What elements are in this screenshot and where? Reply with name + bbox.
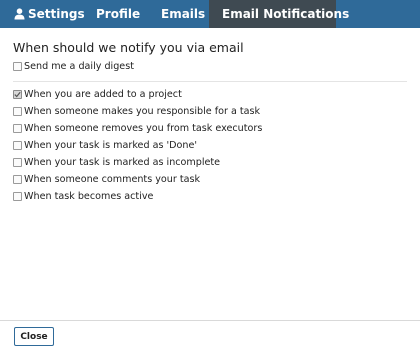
notify-checkbox[interactable] xyxy=(13,158,22,167)
notify-checkbox[interactable] xyxy=(13,192,22,201)
notification-settings: When should we notify you via email Send… xyxy=(13,40,407,205)
tab-emails[interactable]: Emails xyxy=(149,0,209,28)
notify-option-task-done[interactable]: When your task is marked as 'Done' xyxy=(13,137,407,154)
check-icon xyxy=(14,91,21,98)
daily-digest-label: Send me a daily digest xyxy=(24,61,134,72)
footer-divider xyxy=(0,320,420,321)
notify-option-label: When someone removes you from task execu… xyxy=(24,123,263,134)
notify-option-task-incomplete[interactable]: When your task is marked as incomplete xyxy=(13,154,407,171)
notify-checkbox[interactable] xyxy=(13,175,22,184)
notify-checkbox[interactable] xyxy=(13,107,22,116)
tab-label: Emails xyxy=(161,7,206,21)
notify-option-label: When your task is marked as incomplete xyxy=(24,157,221,168)
tab-label: Settings xyxy=(28,7,85,21)
divider xyxy=(13,81,407,82)
tab-label: Email Notifications xyxy=(222,7,350,21)
section-title: When should we notify you via email xyxy=(13,40,244,55)
tab-email-notifications[interactable]: Email Notifications xyxy=(209,0,349,28)
notify-option-label: When task becomes active xyxy=(24,191,154,202)
tab-settings[interactable]: Settings xyxy=(0,0,85,28)
notify-option-label: When someone comments your task xyxy=(24,174,201,185)
notify-option-label: When you are added to a project xyxy=(24,89,182,100)
notify-option-label: When someone makes you responsible for a… xyxy=(24,106,261,117)
notify-option-removed-from-executors[interactable]: When someone removes you from task execu… xyxy=(13,120,407,137)
user-icon xyxy=(14,8,25,20)
notify-option-label: When your task is marked as 'Done' xyxy=(24,140,198,151)
notify-checkbox[interactable] xyxy=(13,124,22,133)
notify-checkbox[interactable] xyxy=(13,141,22,150)
tab-profile[interactable]: Profile xyxy=(82,0,149,28)
notify-option-task-active[interactable]: When task becomes active xyxy=(13,188,407,205)
tab-label: Profile xyxy=(96,7,141,21)
notify-option-made-responsible[interactable]: When someone makes you responsible for a… xyxy=(13,103,407,120)
notify-option-added-to-project[interactable]: When you are added to a project xyxy=(13,86,407,103)
tab-bar: Settings Profile Emails Email Notificati… xyxy=(0,0,420,28)
daily-digest-checkbox[interactable] xyxy=(13,62,22,71)
daily-digest-option[interactable]: Send me a daily digest xyxy=(13,58,407,75)
notify-checkbox[interactable] xyxy=(13,90,22,99)
notify-option-task-commented[interactable]: When someone comments your task xyxy=(13,171,407,188)
close-button[interactable]: Close xyxy=(14,327,54,346)
